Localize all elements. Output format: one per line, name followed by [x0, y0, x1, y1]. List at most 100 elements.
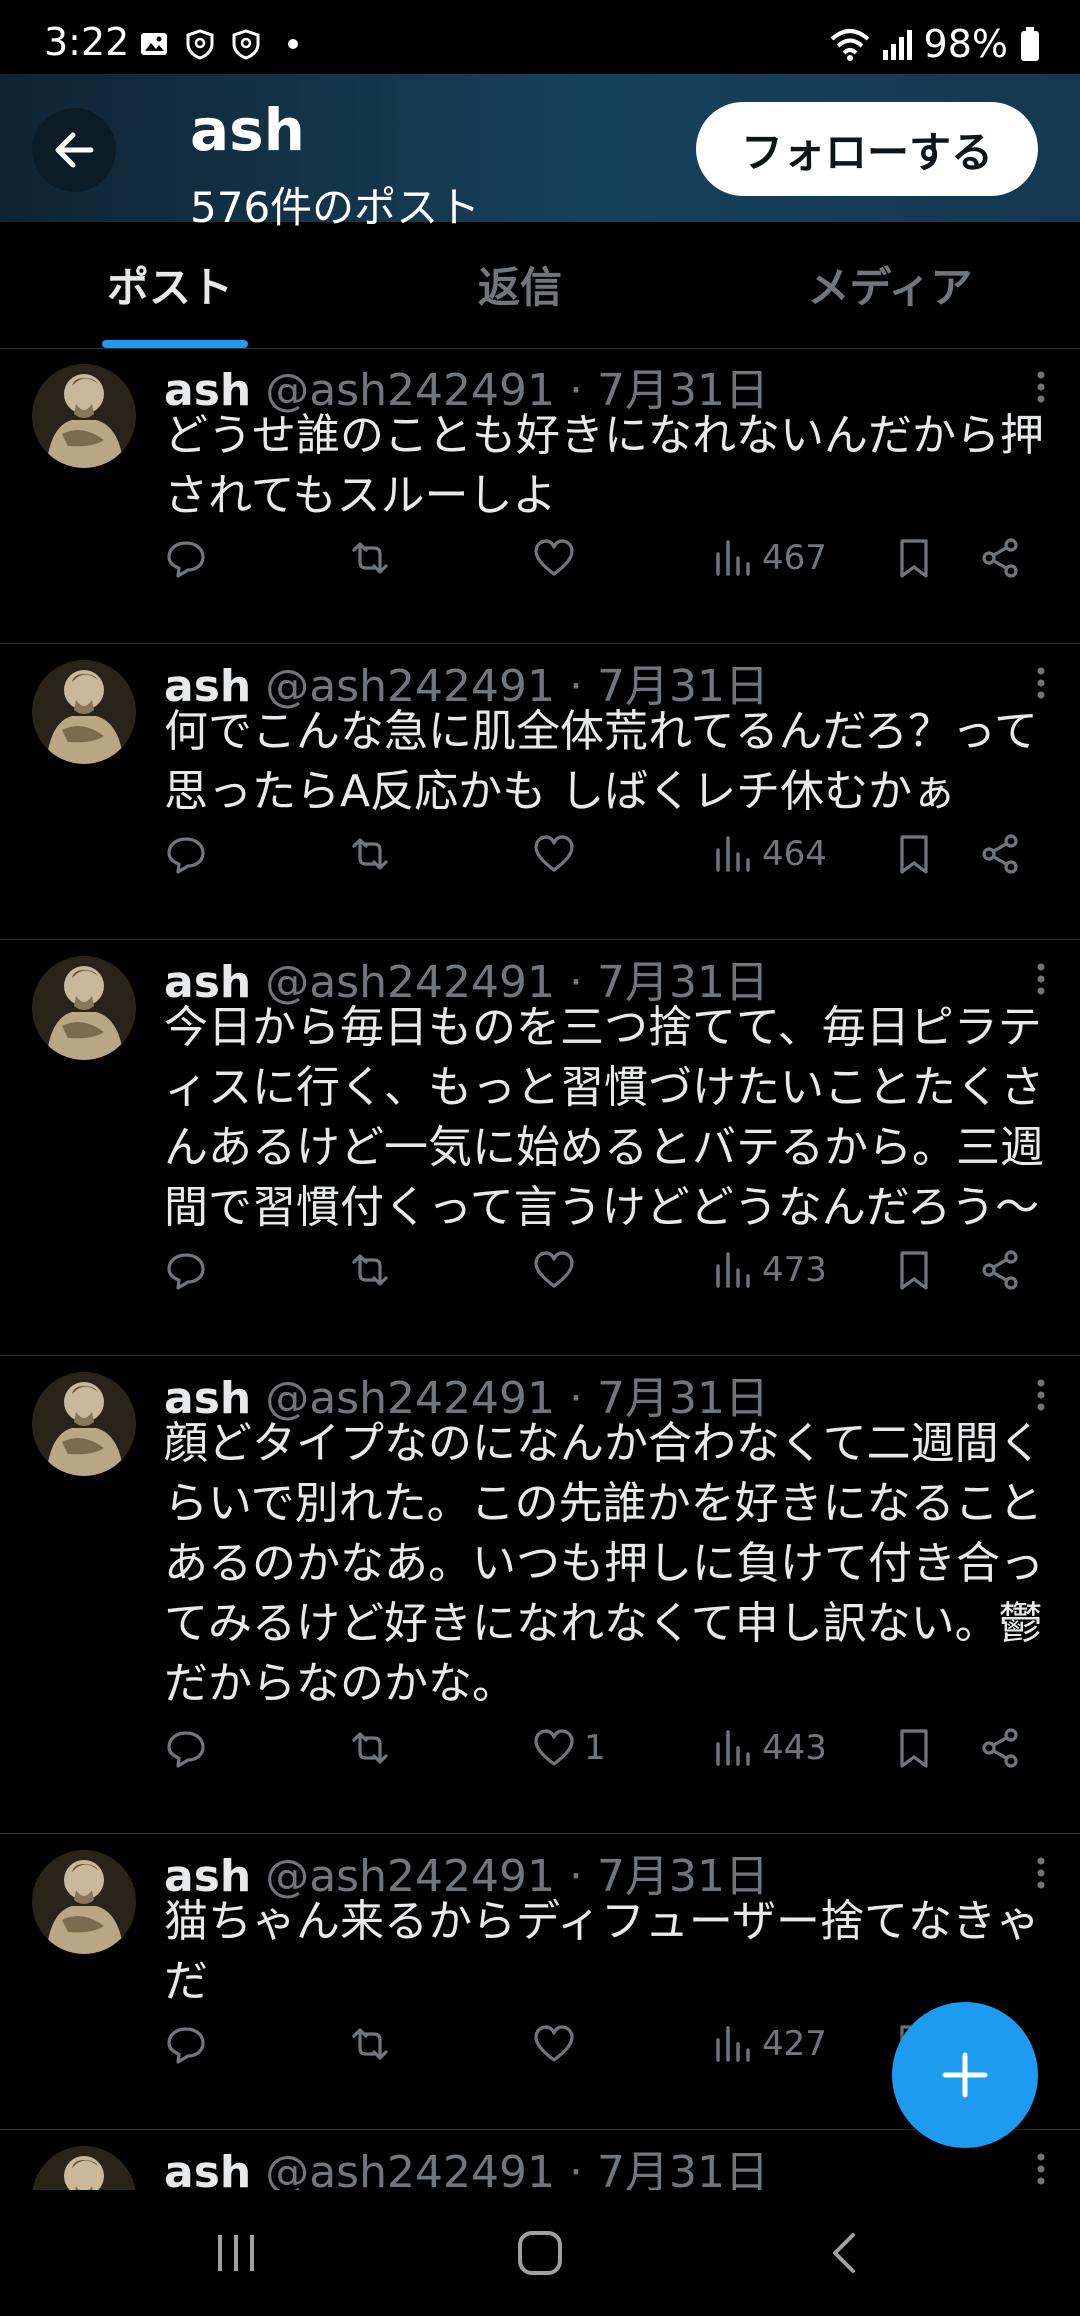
bookmark-icon [900, 1251, 928, 1290]
heart-icon [534, 1729, 574, 1766]
post-text: 猫ちゃん来るからディフューザー捨てなきゃ だ [164, 1896, 1041, 2007]
reply-button[interactable] [164, 1718, 208, 1778]
post[interactable]: ash @ash242491 · 7月31日 どうせ誰のことも好きになれないんだ… [0, 348, 1080, 644]
avatar-image [32, 956, 136, 1060]
avatar[interactable] [32, 956, 136, 1060]
share-button[interactable] [978, 528, 1022, 588]
avatar[interactable] [32, 364, 136, 468]
post-text: 今日から毎日ものを三つ捨てて、毎日ピラテ ィスに行く、もっと習慣づけたいことたく… [164, 1002, 1044, 1233]
share-button[interactable] [978, 1718, 1022, 1778]
like-button[interactable]: 1 [532, 1718, 606, 1778]
more-options-icon[interactable] [1036, 1856, 1046, 1890]
post-text: 顔どタイプなのになんか合わなくて二週間く らいで別れた。この先誰かを好きになるこ… [164, 1418, 1044, 1709]
bookmark-button[interactable] [892, 528, 936, 588]
like-count: 1 [584, 1728, 606, 1768]
home-icon [518, 2231, 562, 2275]
author-handle[interactable]: @ash242491 [265, 2147, 555, 2190]
recent-apps-button[interactable] [196, 2220, 276, 2286]
compose-button[interactable] [892, 2002, 1038, 2148]
post[interactable]: ash @ash242491 · 7月31日 何でこんな急に肌全体荒れてるんだろ… [0, 644, 1080, 940]
like-button[interactable] [532, 824, 584, 884]
more-options-icon[interactable] [1036, 1378, 1046, 1412]
follow-button[interactable]: フォローする [696, 102, 1038, 196]
post-header: ash @ash242491 · 7月31日 [164, 2136, 769, 2190]
repost-button[interactable] [348, 2014, 392, 2074]
more-options-icon[interactable] [1036, 666, 1046, 700]
share-button[interactable] [978, 1240, 1022, 1300]
view-count: 473 [762, 1250, 827, 1290]
repost-button[interactable] [348, 528, 392, 588]
tab-posts[interactable]: ポスト [0, 222, 340, 348]
repost-icon [352, 1732, 388, 1764]
heart-icon [534, 1251, 574, 1288]
heart-icon [534, 2025, 574, 2062]
repost-button[interactable] [348, 1240, 392, 1300]
post[interactable]: ash @ash242491 · 7月31日 [0, 2130, 1080, 2190]
back-button[interactable] [32, 108, 116, 192]
recent-apps-icon [218, 2235, 254, 2271]
shield-icon [232, 29, 260, 60]
back-nav-button[interactable] [804, 2220, 884, 2286]
share-icon [982, 538, 1018, 578]
repost-icon [352, 542, 388, 574]
views-chart-icon [716, 1730, 750, 1766]
post-actions: 467 [164, 528, 1060, 588]
repost-button[interactable] [348, 1718, 392, 1778]
views-button[interactable]: 443 [710, 1718, 827, 1778]
reply-button[interactable] [164, 528, 208, 588]
avatar[interactable] [32, 2146, 136, 2190]
heart-icon [534, 835, 574, 872]
active-tab-indicator [102, 340, 248, 348]
post-text: 何でこんな急に肌全体荒れてるんだろ？って 思ったらA反応かも しばくレチ休むかぁ [164, 706, 1038, 817]
battery-percent: 98% [923, 22, 1008, 66]
post[interactable]: ash @ash242491 · 7月31日 顔どタイプなのになんか合わなくて二… [0, 1356, 1080, 1834]
like-button[interactable] [532, 1240, 584, 1300]
tab-label: 返信 [477, 263, 562, 312]
tab-media[interactable]: メディア [700, 222, 1080, 348]
reply-button[interactable] [164, 824, 208, 884]
post-actions: 464 [164, 824, 1060, 884]
profile-header: ash 576件のポスト フォローする [0, 74, 1080, 232]
bookmark-button[interactable] [892, 824, 936, 884]
reply-button[interactable] [164, 2014, 208, 2074]
more-options-icon[interactable] [1036, 962, 1046, 996]
post-text: どうせ誰のことも好きになれないんだから押 されてもスルーしよ [164, 410, 1044, 521]
bookmark-button[interactable] [892, 1718, 936, 1778]
views-chart-icon [716, 540, 750, 576]
avatar-image [32, 1372, 136, 1476]
bookmark-button[interactable] [892, 1240, 936, 1300]
bookmark-icon [900, 835, 928, 874]
repost-button[interactable] [348, 824, 392, 884]
tab-label: メディア [807, 263, 973, 312]
share-button[interactable] [978, 824, 1022, 884]
author-name[interactable]: ash [164, 2147, 251, 2190]
tab-replies[interactable]: 返信 [340, 222, 700, 348]
views-button[interactable]: 467 [710, 528, 827, 588]
like-button[interactable] [532, 528, 584, 588]
reply-button[interactable] [164, 1240, 208, 1300]
shield-icon [186, 29, 214, 60]
share-icon [982, 834, 1018, 874]
heart-icon [534, 539, 574, 576]
share-icon [982, 1728, 1018, 1768]
avatar[interactable] [32, 660, 136, 764]
reply-icon [167, 2027, 205, 2064]
avatar-image [32, 364, 136, 468]
more-options-icon[interactable] [1036, 2152, 1046, 2186]
view-count: 464 [762, 834, 827, 874]
arrow-left-icon [55, 132, 94, 168]
post-feed: ash @ash242491 · 7月31日 どうせ誰のことも好きになれないんだ… [0, 348, 1080, 2190]
avatar[interactable] [32, 1372, 136, 1476]
home-button[interactable] [500, 2220, 580, 2286]
more-options-icon[interactable] [1036, 370, 1046, 404]
avatar[interactable] [32, 1850, 136, 1954]
post[interactable]: ash @ash242491 · 7月31日 今日から毎日ものを三つ捨てて、毎日… [0, 940, 1080, 1356]
reply-icon [167, 541, 205, 578]
views-button[interactable]: 473 [710, 1240, 827, 1300]
like-button[interactable] [532, 2014, 584, 2074]
wifi-icon [830, 29, 869, 61]
views-button[interactable]: 464 [710, 824, 827, 884]
bookmark-icon [900, 539, 928, 578]
views-button[interactable]: 427 [710, 2014, 827, 2074]
view-count: 467 [762, 538, 827, 578]
